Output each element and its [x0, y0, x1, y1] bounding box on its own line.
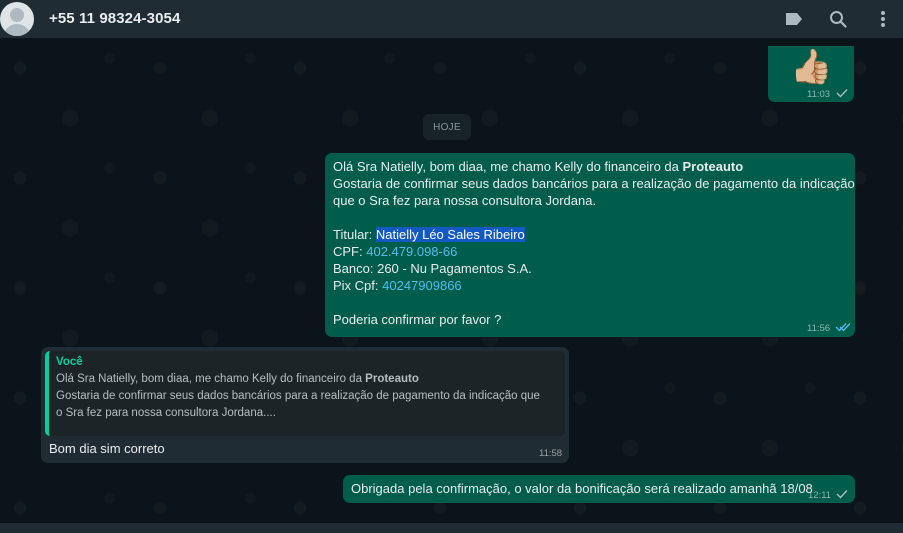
date-chip: HOJE	[423, 114, 471, 140]
banco-line: Banco: 260 - Nu Pagamentos S.A.	[333, 261, 532, 276]
quoted-message[interactable]: Você Olá Sra Natielly, bom diaa, me cham…	[45, 351, 565, 436]
quote-author: Você	[56, 356, 83, 368]
search-icon[interactable]	[827, 9, 849, 29]
outgoing-message-bank-details[interactable]: Olá Sra Natielly, bom diaa, me chamo Kel…	[325, 153, 855, 337]
avatar[interactable]	[0, 2, 34, 36]
check-icon	[836, 89, 848, 98]
emoji-message[interactable]: 👍🏼 11:03	[768, 46, 854, 102]
message-time: 11:03	[807, 89, 831, 100]
closing-line: Poderia confirmar por favor ?	[333, 312, 502, 327]
cpf-label: CPF:	[333, 244, 367, 259]
quote-line: Olá Sra Natielly, bom diaa, me chamo Kel…	[56, 371, 558, 388]
quote-line: o Sra fez para nossa consultora Jordana.…	[56, 407, 276, 419]
message-line: que o Sra fez para nossa consultora Jord…	[333, 193, 597, 208]
check-icon	[836, 490, 848, 499]
pix-line: Pix Cpf: 40247909866	[333, 277, 847, 294]
titular-label: Titular:	[333, 227, 376, 242]
menu-icon[interactable]	[872, 9, 894, 29]
message-text: Olá Sra Natielly, bom diaa, me chamo Kel…	[333, 159, 683, 174]
message-time: 11:56	[807, 323, 831, 334]
chat-header: +55 11 98324-3054	[0, 0, 903, 38]
cpf-line: CPF: 402.479.098-66	[333, 243, 847, 260]
outgoing-message-confirmation[interactable]: Obrigada pela confirmação, o valor da bo…	[343, 475, 855, 503]
pix-link[interactable]: 40247909866	[382, 278, 462, 293]
titular-value-selected[interactable]: Natielly Léo Sales Ribeiro	[375, 227, 525, 242]
avatar-body-shape	[3, 24, 31, 36]
message-time: 11:58	[539, 448, 563, 459]
thumbs-up-emoji: 👍🏼	[790, 48, 833, 86]
incoming-reply-message[interactable]: Você Olá Sra Natielly, bom diaa, me cham…	[41, 347, 569, 463]
titular-line: Titular: Natielly Léo Sales Ribeiro	[333, 226, 847, 243]
message-text: Obrigada pela confirmação, o valor da bo…	[351, 481, 813, 496]
message-line: Gostaria de confirmar seus dados bancári…	[333, 176, 855, 191]
quote-company: Proteauto	[365, 373, 419, 385]
pix-label: Pix Cpf:	[333, 278, 383, 293]
chat-area: 👍🏼 11:03 HOJE Olá Sra Natielly, bom diaa…	[0, 38, 903, 523]
avatar-head-shape	[10, 8, 24, 22]
contact-name[interactable]: +55 11 98324-3054	[49, 10, 180, 27]
quote-line: Gostaria de confirmar seus dados bancári…	[56, 390, 540, 402]
composer-bar	[0, 523, 903, 533]
cpf-link[interactable]: 402.479.098-66	[366, 244, 457, 259]
double-check-icon	[835, 323, 850, 332]
label-icon[interactable]	[783, 9, 805, 29]
quote-text: Olá Sra Natielly, bom diaa, me chamo Kel…	[56, 373, 366, 385]
message-time: 12:11	[808, 490, 832, 501]
message-line: Olá Sra Natielly, bom diaa, me chamo Kel…	[333, 158, 847, 175]
company-name: Proteauto	[682, 159, 744, 174]
reply-text: Bom dia sim correto	[49, 441, 165, 456]
